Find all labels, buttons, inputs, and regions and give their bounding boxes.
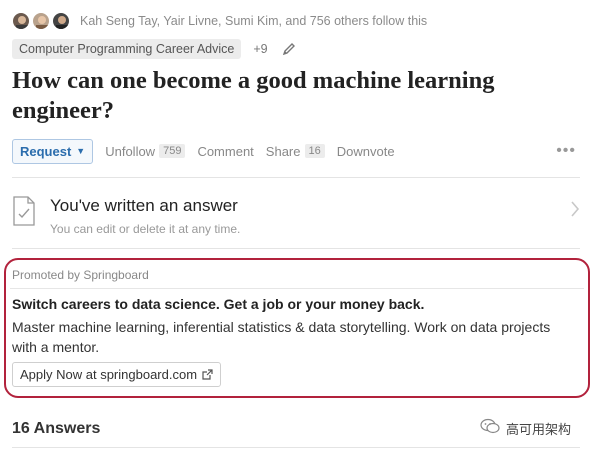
apply-now-label: Apply Now at springboard.com — [20, 367, 198, 382]
promo-divider — [10, 288, 584, 289]
promo-headline[interactable]: Switch careers to data science. Get a jo… — [12, 296, 424, 312]
promo-body: Master machine learning, inferential sta… — [12, 319, 551, 355]
followers-row: Kah Seng Tay, Yair Livne, Sumi Kim, and … — [12, 10, 427, 32]
avatar[interactable] — [52, 12, 70, 30]
divider — [12, 447, 580, 448]
your-answer-subtitle: You can edit or delete it at any time. — [50, 222, 241, 236]
unfollow-button[interactable]: Unfollow 759 — [105, 143, 186, 159]
share-label: Share — [265, 143, 301, 159]
unfollow-label: Unfollow — [105, 143, 156, 159]
answers-count-header: 16 Answers — [12, 420, 101, 437]
caret-down-icon: ▼ — [76, 146, 86, 156]
watermark: 高可用架构 — [480, 418, 571, 439]
more-topics-link[interactable]: +9 — [253, 42, 267, 56]
followers-text: Kah Seng Tay, Yair Livne, Sumi Kim, and … — [80, 14, 428, 28]
promoted-ad: Promoted by Springboard Switch careers t… — [4, 258, 590, 398]
wechat-icon — [480, 418, 500, 439]
action-bar: Request ▼ Unfollow 759 Comment Share 16 … — [12, 138, 580, 164]
share-button[interactable]: Share 16 — [266, 144, 325, 159]
comment-button[interactable]: Comment — [197, 144, 253, 159]
pencil-icon[interactable] — [282, 42, 296, 56]
downvote-label: Downvote — [336, 143, 395, 159]
downvote-button[interactable]: Downvote — [337, 144, 395, 159]
watermark-text: 高可用架构 — [506, 422, 572, 437]
document-icon — [12, 196, 36, 231]
request-label: Request — [20, 143, 72, 159]
question-title: How can one become a good machine learni… — [12, 67, 495, 124]
unfollow-count: 759 — [159, 144, 186, 158]
topics-row: Computer Programming Career Advice +9 — [12, 38, 296, 60]
topic-chip[interactable]: Computer Programming Career Advice — [12, 39, 242, 59]
external-link-icon — [202, 369, 213, 380]
request-button[interactable]: Request ▼ — [12, 138, 94, 164]
avatar[interactable] — [12, 12, 30, 30]
follower-avatars — [12, 12, 72, 30]
share-count: 16 — [304, 144, 325, 158]
your-answer-row[interactable]: You've written an answer You can edit or… — [12, 188, 584, 244]
comment-label: Comment — [197, 143, 254, 159]
apply-now-button[interactable]: Apply Now at springboard.com — [12, 362, 222, 387]
avatar[interactable] — [32, 12, 50, 30]
chevron-right-icon[interactable] — [570, 200, 580, 223]
divider — [12, 248, 580, 249]
ellipsis-icon[interactable]: ••• — [556, 142, 576, 160]
promoted-label: Promoted by Springboard — [12, 268, 149, 282]
divider — [12, 177, 580, 178]
your-answer-title: You've written an answer — [50, 196, 238, 215]
